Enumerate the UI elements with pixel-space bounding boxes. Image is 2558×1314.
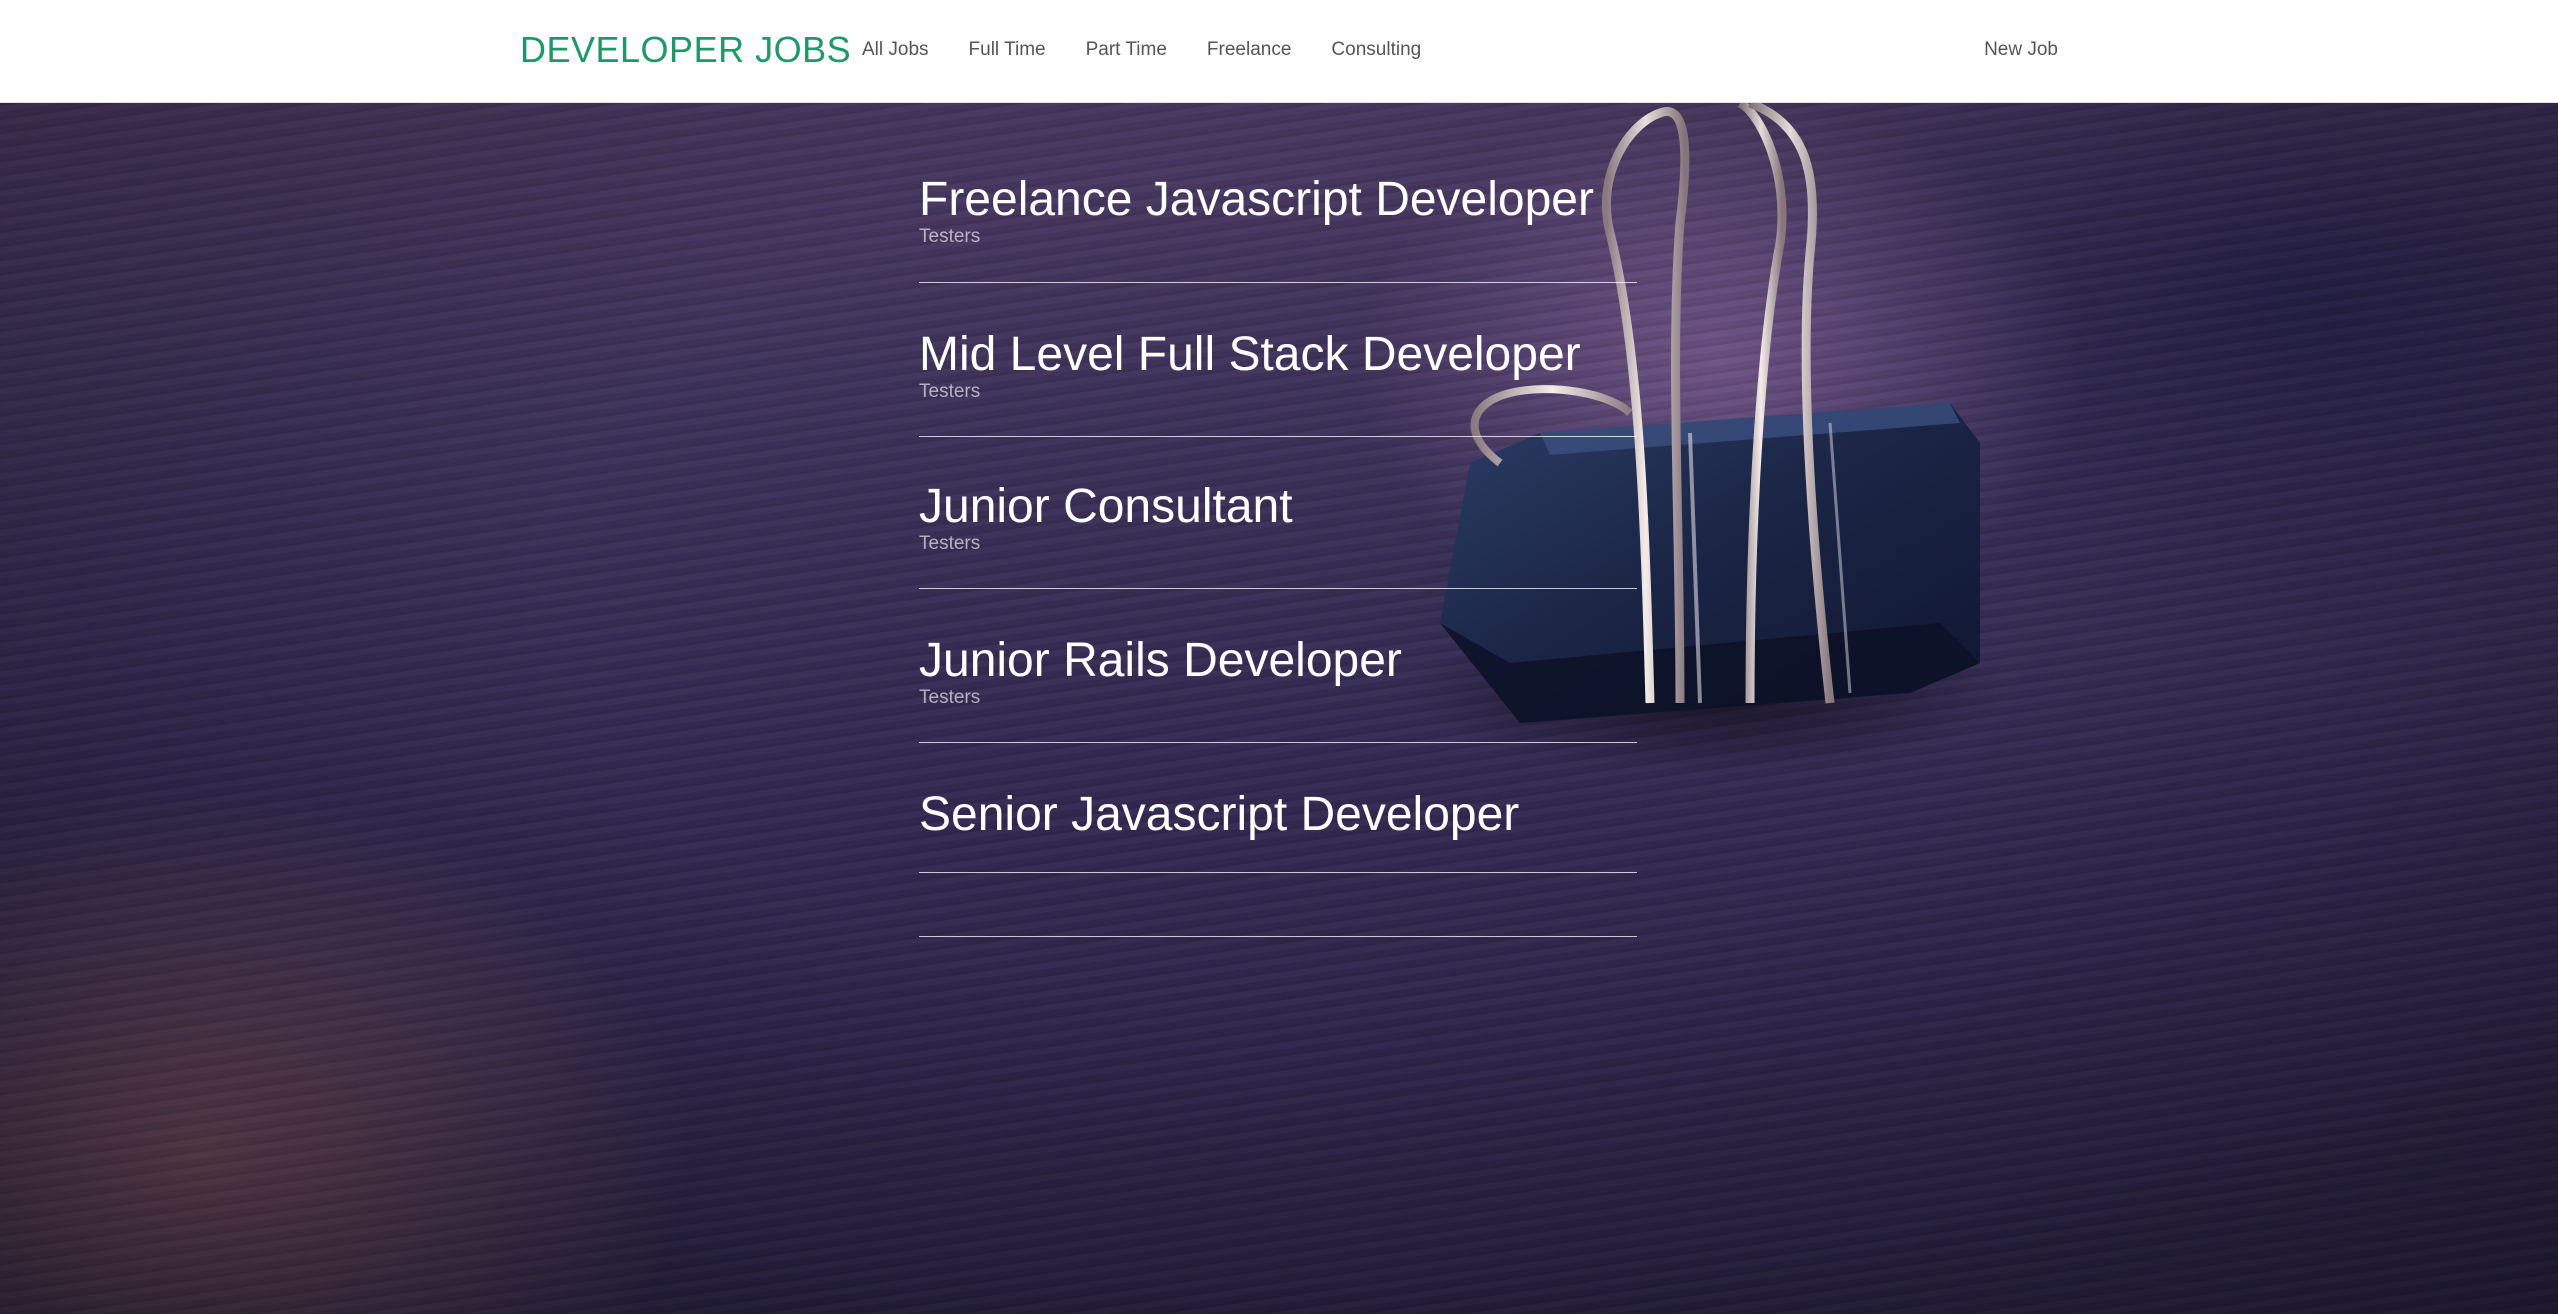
job-list-item-empty[interactable] [919,873,1637,937]
job-title[interactable]: Mid Level Full Stack Developer [919,329,1637,381]
top-navbar: DEVELOPER JOBS All Jobs Full Time Part T… [0,0,2558,103]
nav-links: All Jobs Full Time Part Time Freelance C… [862,38,1461,62]
job-list-item[interactable]: Senior Javascript Developer [919,743,1637,873]
job-company: Testers [919,687,981,708]
job-title[interactable]: Junior Rails Developer [919,635,1637,687]
job-title[interactable]: Freelance Javascript Developer [919,174,1637,226]
job-company: Testers [919,533,981,554]
job-title[interactable]: Senior Javascript Developer [919,789,1637,841]
job-list-item[interactable]: Junior Consultant Testers [919,437,1637,589]
job-company: Testers [919,226,981,247]
job-list-item[interactable]: Mid Level Full Stack Developer Testers [919,283,1637,437]
nav-full-time[interactable]: Full Time [969,38,1046,62]
job-list: Freelance Javascript Developer Testers M… [919,103,1637,937]
nav-part-time[interactable]: Part Time [1086,38,1167,62]
nav-consulting[interactable]: Consulting [1331,38,1421,62]
job-list-item[interactable]: Junior Rails Developer Testers [919,589,1637,743]
brand-logo-link[interactable]: DEVELOPER JOBS [520,30,851,70]
job-list-item[interactable]: Freelance Javascript Developer Testers [919,103,1637,283]
nav-all-jobs[interactable]: All Jobs [862,38,929,62]
job-company: Testers [919,381,981,402]
new-job-link[interactable]: New Job [1984,38,2058,62]
nav-freelance[interactable]: Freelance [1207,38,1292,62]
job-title[interactable]: Junior Consultant [919,481,1637,533]
